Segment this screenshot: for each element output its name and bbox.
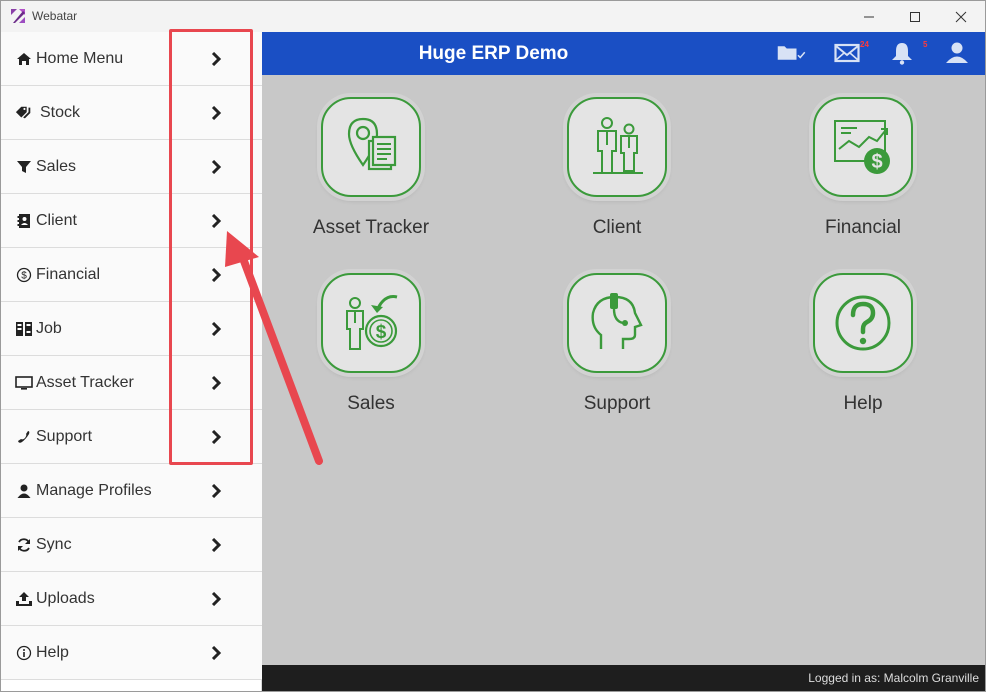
tile-asset-tracker[interactable]: Asset Tracker xyxy=(271,97,471,257)
sidebar-item-label: Sales xyxy=(36,157,77,175)
page-title: Huge ERP Demo xyxy=(418,43,569,64)
dollar-circle-icon: $ xyxy=(15,266,33,284)
webatar-logo-icon xyxy=(11,9,25,23)
sidebar-item-label: Financial xyxy=(36,265,101,283)
window-title: Webatar xyxy=(32,9,78,23)
svg-text:$: $ xyxy=(871,151,882,173)
user-icon xyxy=(15,482,33,500)
title-bar: Webatar xyxy=(1,1,985,32)
filter-icon xyxy=(15,158,33,176)
mail-icon xyxy=(834,43,860,63)
status-bar: Logged in as: Malcolm Granville xyxy=(262,665,985,691)
sidebar-item-label: Support xyxy=(36,427,93,445)
app-header: Huge ERP Demo 24 5 xyxy=(262,32,985,75)
tile-button[interactable] xyxy=(567,273,667,373)
sidebar-item-uploads[interactable]: Uploads xyxy=(1,572,262,626)
folder-check-button[interactable] xyxy=(777,40,807,66)
tile-support[interactable]: Support xyxy=(517,273,717,433)
sidebar-item-label: Help xyxy=(36,643,69,661)
sidebar-item-label: Job xyxy=(36,319,62,337)
sidebar-item-label: Manage Profiles xyxy=(36,481,152,499)
user-icon xyxy=(946,42,968,63)
sidebar-item-sync[interactable]: Sync xyxy=(1,518,262,572)
chevron-right-icon xyxy=(208,644,224,662)
headset-head-icon xyxy=(591,293,643,349)
mail-button[interactable] xyxy=(832,40,862,66)
tile-button[interactable] xyxy=(321,97,421,197)
sidebar-item-label: Client xyxy=(36,211,77,229)
sidebar-item-label: Sync xyxy=(36,535,72,553)
refresh-icon xyxy=(15,536,33,554)
minimize-button[interactable] xyxy=(846,1,892,32)
notifications-button[interactable] xyxy=(887,40,917,66)
svg-text:$: $ xyxy=(21,270,27,281)
home-icon xyxy=(15,50,33,68)
tile-label: Sales xyxy=(347,393,395,414)
location-document-icon xyxy=(347,117,397,171)
job-icon xyxy=(15,320,33,338)
tile-financial[interactable]: $ Financial xyxy=(763,97,963,257)
sidebar-item-label: Home Menu xyxy=(36,49,124,67)
tags-icon xyxy=(15,104,33,122)
tile-label: Client xyxy=(592,217,642,238)
info-circle-icon xyxy=(15,644,33,662)
sidebar-item-manage-profiles[interactable]: Manage Profiles xyxy=(1,464,262,518)
tile-label: Financial xyxy=(824,217,902,238)
svg-text:$: $ xyxy=(376,322,387,343)
tile-button[interactable] xyxy=(813,273,913,373)
close-button[interactable] xyxy=(938,1,984,32)
tile-sales[interactable]: $ Sales xyxy=(271,273,471,433)
mail-badge: 24 xyxy=(860,40,869,49)
phone-icon xyxy=(15,428,33,446)
folder-check-icon xyxy=(777,46,806,60)
sidebar-item-help[interactable]: Help xyxy=(1,626,262,680)
monitor-icon xyxy=(15,374,33,392)
upload-icon xyxy=(15,590,33,608)
sidebar-item-label: Uploads xyxy=(36,589,95,607)
app-window: Webatar Home Menu Stock Sales Client $ F… xyxy=(0,0,986,692)
tile-label: Support xyxy=(583,393,651,414)
two-people-icon xyxy=(593,117,643,174)
maximize-button[interactable] xyxy=(892,1,938,32)
sidebar-item-label: Asset Tracker xyxy=(36,373,134,391)
person-dollar-icon: $ xyxy=(346,295,398,350)
question-circle-icon xyxy=(835,295,891,351)
tile-button[interactable]: $ xyxy=(813,97,913,197)
close-icon xyxy=(955,11,967,22)
minimize-icon xyxy=(864,16,874,17)
tile-client[interactable]: Client xyxy=(517,97,717,257)
tile-label: Asset Tracker xyxy=(312,217,430,238)
chevron-right-icon xyxy=(208,536,224,554)
chevron-right-icon xyxy=(208,482,224,500)
bell-icon xyxy=(892,43,912,65)
chart-dollar-icon: $ xyxy=(834,120,890,174)
tile-button[interactable]: $ xyxy=(321,273,421,373)
main-content: Huge ERP Demo 24 5 Asset Tracker Client … xyxy=(262,32,985,691)
user-profile-button[interactable] xyxy=(942,40,972,66)
contact-book-icon xyxy=(15,212,33,230)
annotation-highlight-box xyxy=(169,29,253,465)
logged-in-status: Logged in as: Malcolm Granville xyxy=(808,671,979,685)
sidebar-item-label: Stock xyxy=(40,103,81,121)
tile-help[interactable]: Help xyxy=(763,273,963,433)
chevron-right-icon xyxy=(208,590,224,608)
tile-label: Help xyxy=(843,393,883,414)
tile-button[interactable] xyxy=(567,97,667,197)
maximize-icon xyxy=(910,11,920,22)
notifications-badge: 5 xyxy=(923,40,928,49)
